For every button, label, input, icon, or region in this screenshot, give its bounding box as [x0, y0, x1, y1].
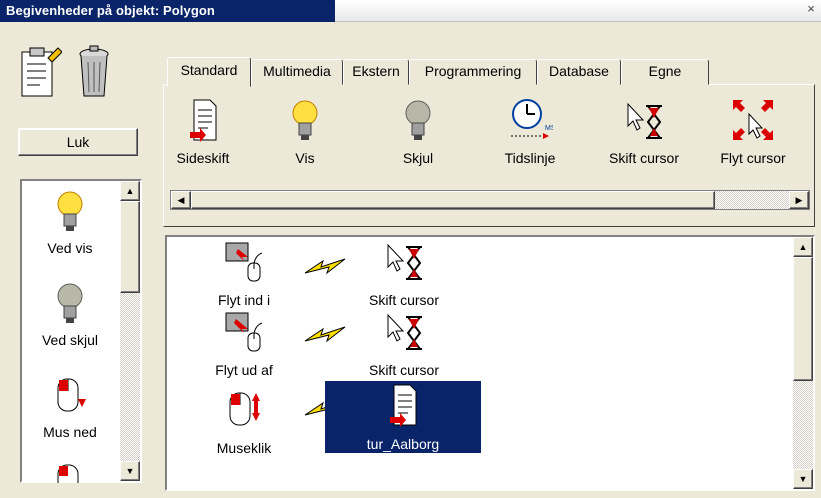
scroll-down-button[interactable]: ▼	[120, 461, 140, 481]
close-icon[interactable]: ×	[803, 2, 819, 18]
lightbulb-unlit-icon	[405, 100, 431, 140]
mouse-partial-icon	[57, 464, 79, 492]
list-item-mouse-partial[interactable]	[22, 461, 118, 492]
action-label: Skift cursor	[368, 292, 439, 308]
trigger-label: Museklik	[216, 440, 272, 456]
scroll-up-button[interactable]: ▲	[120, 181, 140, 201]
tool-flyt-cursor[interactable]: Flyt cursor	[705, 98, 801, 166]
tab-database[interactable]: Database	[537, 59, 621, 85]
list-item-label: Ved vis	[47, 240, 93, 256]
event-action[interactable]: Skift cursor	[359, 309, 449, 378]
close-button[interactable]: Luk	[18, 128, 138, 156]
tool-skift-cursor[interactable]: Skift cursor	[596, 98, 692, 166]
list-item-ved-skjul[interactable]: Ved skjul	[22, 281, 118, 348]
cursor-hourglass-icon	[387, 313, 422, 350]
canvas-scrollbar[interactable]: ▲ ▼	[793, 237, 813, 489]
timeline-clock-icon: MS	[511, 99, 556, 139]
tool-vis[interactable]: Vis	[257, 98, 353, 166]
title-bar: Begivenheder på objekt: Polygon ×	[0, 0, 821, 22]
trigger-label: Flyt ud af	[215, 362, 273, 378]
lightning-icon	[304, 326, 346, 343]
svg-text:MS: MS	[545, 125, 553, 132]
tab-multimedia[interactable]: Multimedia	[251, 59, 343, 85]
scroll-up-button[interactable]: ▲	[793, 237, 813, 257]
tab-ekstern[interactable]: Ekstern	[343, 59, 409, 85]
window-title: Begivenheder på objekt: Polygon	[6, 3, 215, 18]
scroll-thumb[interactable]	[793, 257, 813, 381]
tool-label: Sideskift	[176, 150, 230, 166]
tool-tidslinje[interactable]: MS Tidslinje	[482, 98, 578, 166]
tab-programmering[interactable]: Programmering	[409, 59, 537, 85]
tool-label: Skift cursor	[608, 150, 679, 166]
toolbar-scrollbar[interactable]: ◀ ▶	[170, 190, 810, 210]
tab-standard[interactable]: Standard	[167, 57, 251, 87]
lightbulb-lit-icon	[57, 191, 83, 231]
mouse-down-icon	[57, 378, 86, 412]
scroll-thumb[interactable]	[120, 201, 140, 293]
list-item-label: Mus ned	[43, 424, 97, 440]
event-action[interactable]: Skift cursor	[359, 239, 449, 308]
lightbulb-unlit-icon	[57, 283, 83, 323]
event-trigger[interactable]: Flyt ind i	[209, 239, 279, 308]
mouse-click-icon	[229, 392, 260, 426]
tool-sideskift[interactable]: Sideskift	[155, 98, 251, 166]
cursor-hourglass-icon	[387, 243, 422, 280]
list-item-mus-ned[interactable]: Mus ned	[22, 373, 118, 440]
lightbulb-lit-icon	[292, 100, 318, 140]
tool-label: Skjul	[402, 150, 434, 166]
tool-label: Flyt cursor	[720, 150, 786, 166]
scroll-left-button[interactable]: ◀	[171, 191, 191, 209]
event-canvas[interactable]: Flyt ind i Skift cursor Flyt ud af Skift…	[165, 235, 815, 491]
list-item-label: Ved skjul	[41, 332, 99, 348]
tool-label: Vis	[295, 150, 315, 166]
tool-skjul[interactable]: Skjul	[370, 98, 466, 166]
page-break-icon	[190, 99, 217, 142]
scroll-right-button[interactable]: ▶	[789, 191, 809, 209]
mouse-move-in-icon	[225, 242, 263, 282]
cursor-hourglass-icon	[627, 102, 662, 139]
tool-label: Tidslinje	[504, 150, 556, 166]
left-list-scrollbar[interactable]: ▲ ▼	[120, 181, 140, 481]
scroll-thumb[interactable]	[191, 191, 715, 209]
list-item-ved-vis[interactable]: Ved vis	[22, 189, 118, 256]
event-trigger[interactable]: Museklik	[209, 387, 279, 456]
trigger-label: Flyt ind i	[217, 292, 271, 308]
page-break-icon	[390, 384, 417, 427]
move-cursor-icon	[733, 100, 773, 140]
event-trigger[interactable]: Flyt ud af	[209, 309, 279, 378]
notepad-edit-icon[interactable]	[18, 44, 63, 103]
event-action[interactable]: tur_Aalborg	[355, 383, 451, 452]
scroll-down-button[interactable]: ▼	[793, 469, 813, 489]
action-label: Skift cursor	[368, 362, 439, 378]
event-type-list[interactable]: Ved vis Ved skjul Mus ned ▲ ▼	[20, 179, 142, 492]
tab-egne[interactable]: Egne	[621, 59, 709, 85]
mouse-move-out-icon	[225, 312, 263, 352]
trash-can-icon[interactable]	[74, 44, 114, 103]
action-label: tur_Aalborg	[366, 436, 440, 452]
lightning-icon	[304, 258, 346, 275]
